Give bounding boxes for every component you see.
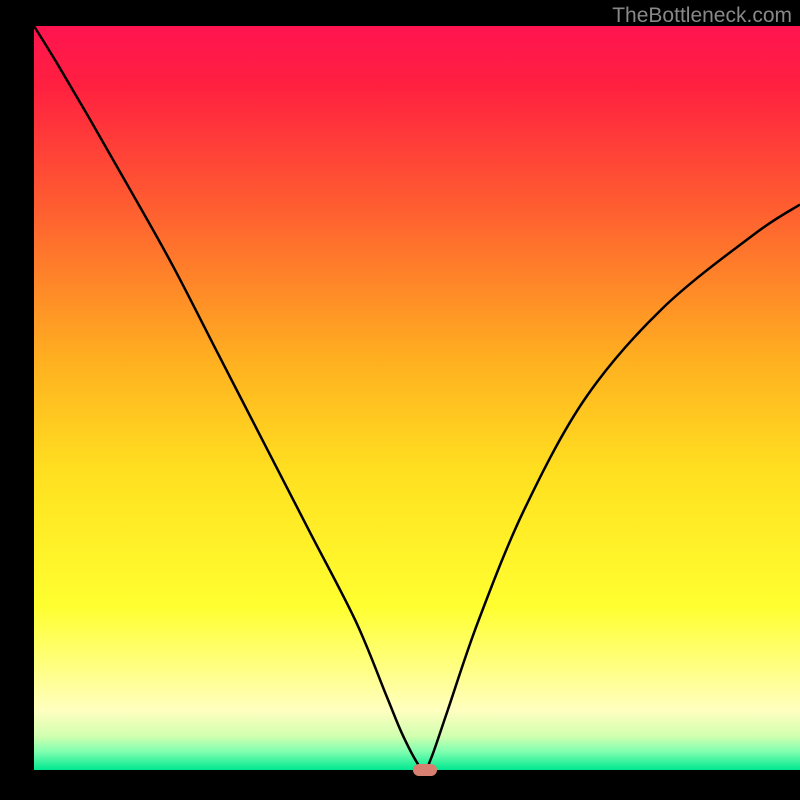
watermark-text: TheBottleneck.com bbox=[612, 4, 792, 28]
dip-marker bbox=[413, 764, 437, 776]
bottleneck-curve bbox=[34, 26, 800, 770]
plot-container: TheBottleneck.com bbox=[34, 0, 800, 770]
plot-area bbox=[34, 26, 800, 770]
